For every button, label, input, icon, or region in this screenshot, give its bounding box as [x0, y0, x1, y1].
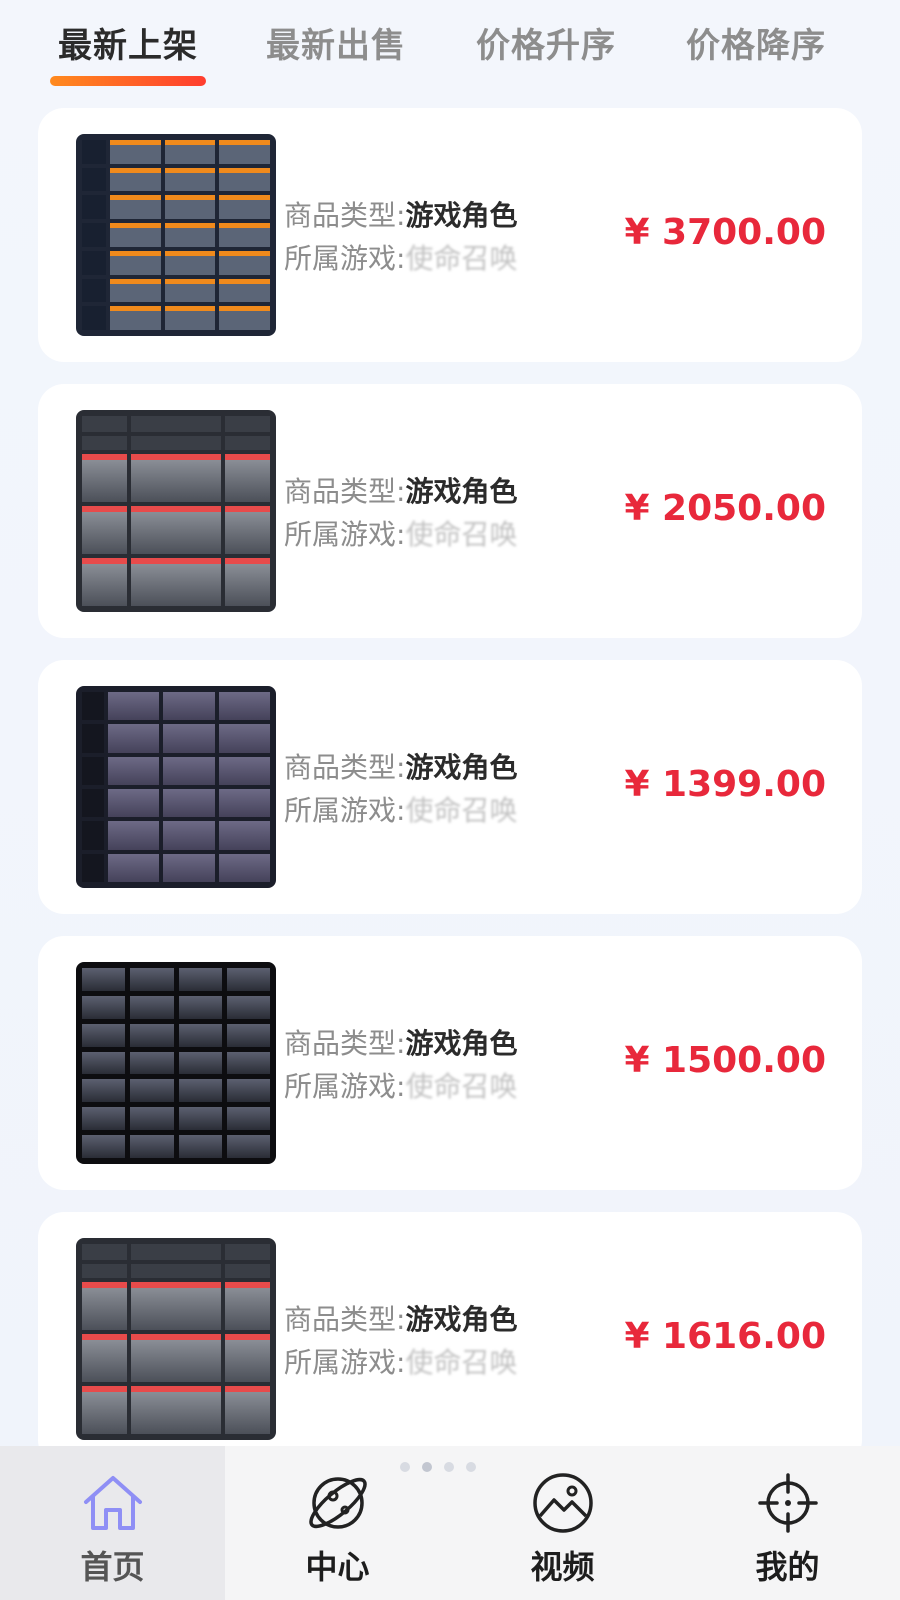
product-thumbnail [76, 686, 276, 888]
crosshair-icon [757, 1473, 818, 1533]
product-game-label: 所属游戏: [284, 1346, 406, 1379]
page-indicator [400, 1462, 500, 1476]
product-info: 商品类型:游戏角色 所属游戏:使命召唤 [284, 470, 517, 556]
product-game-label: 所属游戏: [284, 242, 406, 275]
product-price: ¥ 1399.00 [624, 764, 826, 805]
home-icon [83, 1476, 142, 1530]
tab-newest-listed[interactable]: 最新上架 [58, 18, 198, 67]
product-type-label: 商品类型: [284, 751, 406, 784]
product-type-value: 游戏角色 [405, 475, 518, 508]
product-game-label: 所属游戏: [284, 518, 406, 551]
product-game-value: 使命召唤 [405, 1346, 518, 1379]
sort-tabs: 最新上架 最新出售 价格升序 价格降序 [0, 0, 900, 96]
product-card[interactable]: 商品类型:游戏角色 所属游戏:使命召唤 ¥ 1500.00 [38, 936, 862, 1190]
product-type-value: 游戏角色 [405, 751, 518, 784]
product-price: ¥ 3700.00 [624, 212, 826, 253]
product-type-value: 游戏角色 [405, 1303, 518, 1336]
product-thumbnail [76, 962, 276, 1164]
tab-price-ascending[interactable]: 价格升序 [476, 18, 616, 67]
product-card[interactable]: 商品类型:游戏角色 所属游戏:使命召唤 ¥ 3700.00 [38, 108, 862, 362]
image-icon [532, 1473, 593, 1533]
tab-price-descending[interactable]: 价格降序 [686, 18, 826, 67]
product-thumbnail [76, 410, 276, 612]
nav-mine[interactable]: 我的 [675, 1446, 900, 1600]
product-game-label: 所属游戏: [284, 794, 406, 827]
product-type-label: 商品类型: [284, 199, 406, 232]
active-tab-indicator [50, 76, 206, 86]
product-thumbnail [76, 134, 276, 336]
product-list: 商品类型:游戏角色 所属游戏:使命召唤 ¥ 3700.00 商品类型:游戏角色 … [38, 108, 862, 1488]
product-type-label: 商品类型: [284, 1027, 406, 1060]
product-info: 商品类型:游戏角色 所属游戏:使命召唤 [284, 1298, 517, 1384]
product-game-value: 使命召唤 [405, 1070, 518, 1103]
product-price: ¥ 1500.00 [624, 1040, 826, 1081]
product-type-label: 商品类型: [284, 1303, 406, 1336]
product-thumbnail [76, 1238, 276, 1440]
product-info: 商品类型:游戏角色 所属游戏:使命召唤 [284, 746, 517, 832]
product-info: 商品类型:游戏角色 所属游戏:使命召唤 [284, 194, 517, 280]
planet-icon [308, 1477, 367, 1529]
product-info: 商品类型:游戏角色 所属游戏:使命召唤 [284, 1022, 517, 1108]
product-type-label: 商品类型: [284, 475, 406, 508]
product-game-label: 所属游戏: [284, 1070, 406, 1103]
product-type-value: 游戏角色 [405, 1027, 518, 1060]
product-game-value: 使命召唤 [405, 518, 518, 551]
tab-newest-sold[interactable]: 最新出售 [266, 18, 406, 67]
product-game-value: 使命召唤 [405, 794, 518, 827]
nav-video-label: 视频 [530, 1548, 595, 1586]
product-type-value: 游戏角色 [405, 199, 518, 232]
nav-mine-label: 我的 [755, 1548, 820, 1586]
product-card[interactable]: 商品类型:游戏角色 所属游戏:使命召唤 ¥ 1399.00 [38, 660, 862, 914]
product-price: ¥ 1616.00 [624, 1316, 826, 1357]
nav-center-label: 中心 [305, 1548, 370, 1586]
product-card[interactable]: 商品类型:游戏角色 所属游戏:使命召唤 ¥ 2050.00 [38, 384, 862, 638]
product-game-value: 使命召唤 [405, 242, 518, 275]
nav-home-label: 首页 [80, 1548, 145, 1586]
nav-home[interactable]: 首页 [0, 1446, 225, 1600]
product-price: ¥ 2050.00 [624, 488, 826, 529]
product-card[interactable]: 商品类型:游戏角色 所属游戏:使命召唤 ¥ 1616.00 [38, 1212, 862, 1466]
